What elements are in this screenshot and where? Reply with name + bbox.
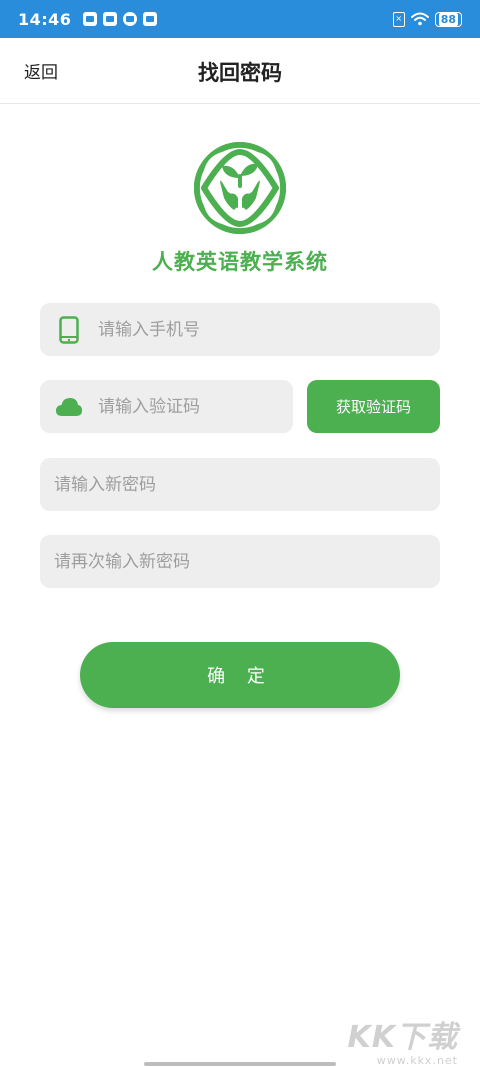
watermark-logo: KK下载 (347, 1020, 458, 1055)
battery-level: 88 (438, 12, 458, 26)
confirm-password-field (40, 535, 440, 588)
cloud-icon (56, 397, 82, 416)
header: 返回 找回密码 (0, 38, 480, 104)
new-password-field (40, 458, 440, 511)
cloud-icon-wrap (40, 397, 98, 417)
phone-icon-wrap (40, 315, 98, 344)
app-notification-icon (123, 12, 138, 26)
video-notification-icon (103, 12, 118, 26)
get-code-button[interactable]: 获取验证码 (307, 380, 440, 433)
status-right: × 88 (392, 11, 462, 27)
confirm-password-input[interactable] (54, 535, 440, 588)
message-notification-icon (83, 12, 98, 26)
watermark: KK下载 www.kkx.net (348, 1012, 459, 1067)
new-password-input[interactable] (54, 458, 440, 511)
back-button[interactable]: 返回 (24, 38, 58, 104)
wifi-icon (410, 12, 429, 26)
home-indicator[interactable] (144, 1062, 336, 1066)
code-field (40, 380, 293, 433)
phone-icon (59, 315, 79, 344)
mail-notification-icon (143, 12, 158, 26)
phone-field (40, 303, 440, 356)
status-left: 14:46 (18, 9, 158, 29)
status-bar: 14:46 × 88 (0, 0, 480, 38)
app-name: 人教英语教学系统 (152, 250, 328, 274)
status-time: 14:46 (18, 9, 72, 29)
sprout-hands-icon (194, 142, 286, 234)
phone-input[interactable] (98, 303, 440, 356)
page-title: 找回密码 (198, 61, 282, 85)
confirm-button[interactable]: 确 定 (80, 642, 400, 708)
no-sim-icon: × (392, 11, 405, 27)
code-input[interactable] (98, 380, 293, 433)
battery-icon: 88 (434, 11, 462, 27)
